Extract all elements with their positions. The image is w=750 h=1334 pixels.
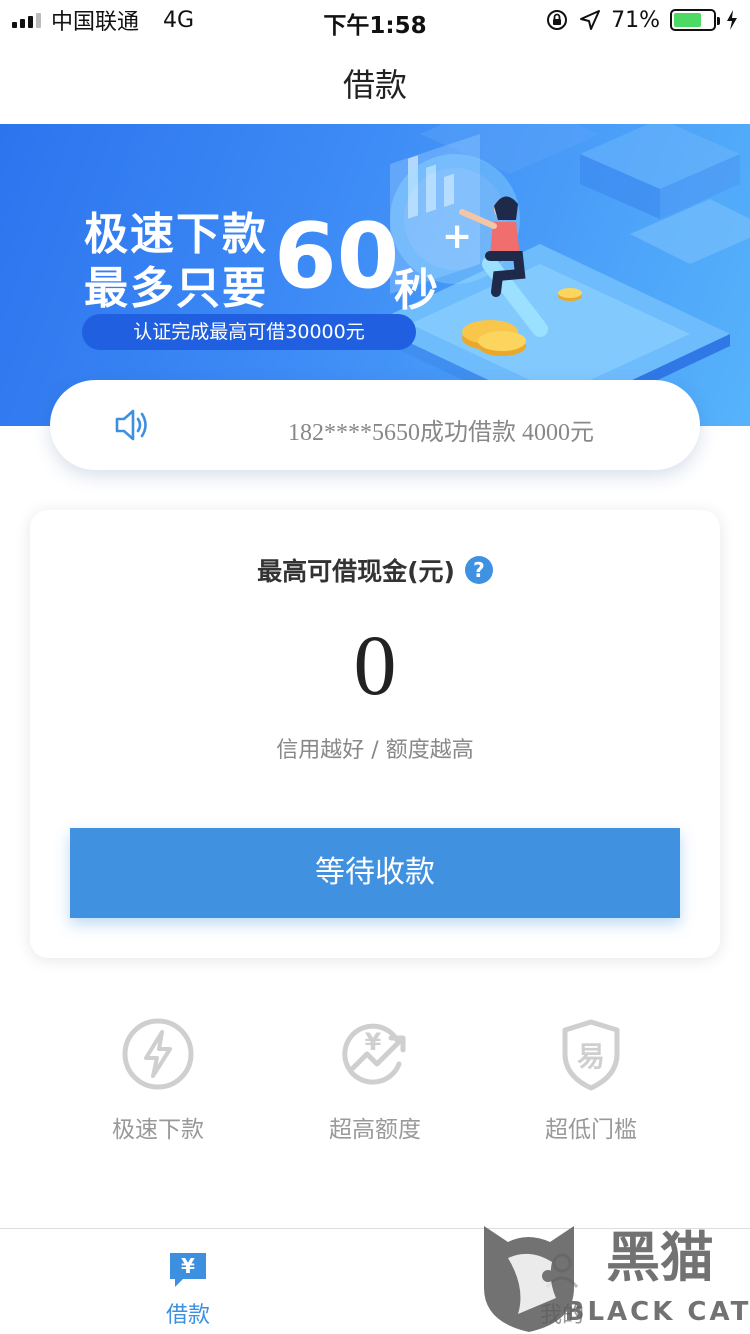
announcement-text: 182****5650成功借款 4000元	[288, 420, 594, 446]
question-icon[interactable]: ?	[464, 556, 493, 584]
feature-list: 极速下款 ¥ 超高额度 易 超低门槛	[0, 1016, 750, 1146]
announcement-bar: 182****5650成功借款 4000元	[50, 380, 700, 470]
status-bar-right: 71%	[545, 6, 738, 34]
yen-chat-icon: ¥	[170, 1253, 206, 1287]
await-payment-button[interactable]: 等待收款	[70, 828, 680, 918]
black-cat-watermark-logo: 黑猫 BLACK CAT	[484, 1226, 750, 1332]
feature-item-low-threshold: 易 超低门槛	[491, 1016, 691, 1144]
yen-glyph: ¥	[181, 1254, 195, 1278]
banner-pill: 认证完成最高可借30000元	[82, 314, 416, 350]
speaker-icon	[115, 409, 147, 441]
feature-item-high-limit: ¥ 超高额度	[275, 1016, 475, 1144]
battery-percent: 71%	[611, 7, 660, 33]
status-bar: 中国联通 4G 下午1:58 71%	[0, 0, 750, 40]
banner-unit: 秒	[394, 265, 438, 316]
card-subtitle: 信用越好 / 额度越高	[276, 738, 474, 763]
banner-plus: +	[442, 216, 473, 257]
shield-easy-icon: 易	[562, 1019, 620, 1091]
easy-glyph: 易	[577, 1040, 605, 1073]
card-title: 最高可借现金(元)	[257, 557, 455, 586]
watermark-title: 黑猫	[606, 1226, 714, 1289]
feature-label: 极速下款	[112, 1117, 204, 1143]
banner-headline-2: 最多只要	[84, 263, 268, 314]
yen-glyph: ¥	[365, 1028, 382, 1056]
feature-item-fast: 极速下款	[58, 1016, 258, 1144]
page-title: 借款	[342, 66, 407, 104]
max-amount: 0	[353, 617, 397, 713]
card-header: 最高可借现金(元) ?	[30, 552, 720, 588]
orientation-lock-icon	[547, 10, 568, 30]
tab-loan[interactable]: ¥ 借款	[88, 1229, 288, 1334]
loan-card: 最高可借现金(元) ? 0 信用越好 / 额度越高 等待收款	[30, 510, 720, 958]
yen-growth-icon: ¥	[342, 1023, 406, 1085]
feature-label: 超低门槛	[545, 1117, 637, 1143]
charging-bolt-icon	[727, 10, 737, 30]
battery-icon	[670, 9, 720, 31]
tab-label: 借款	[165, 1303, 210, 1328]
nav-bar: 借款	[0, 40, 750, 124]
feature-label: 超高额度	[329, 1117, 421, 1143]
banner-big-number: 60	[274, 204, 400, 309]
battery-level	[674, 13, 701, 27]
watermark-subtitle: BLACK CAT	[565, 1297, 750, 1327]
location-arrow-icon	[580, 10, 601, 30]
lightning-icon	[122, 1018, 194, 1090]
